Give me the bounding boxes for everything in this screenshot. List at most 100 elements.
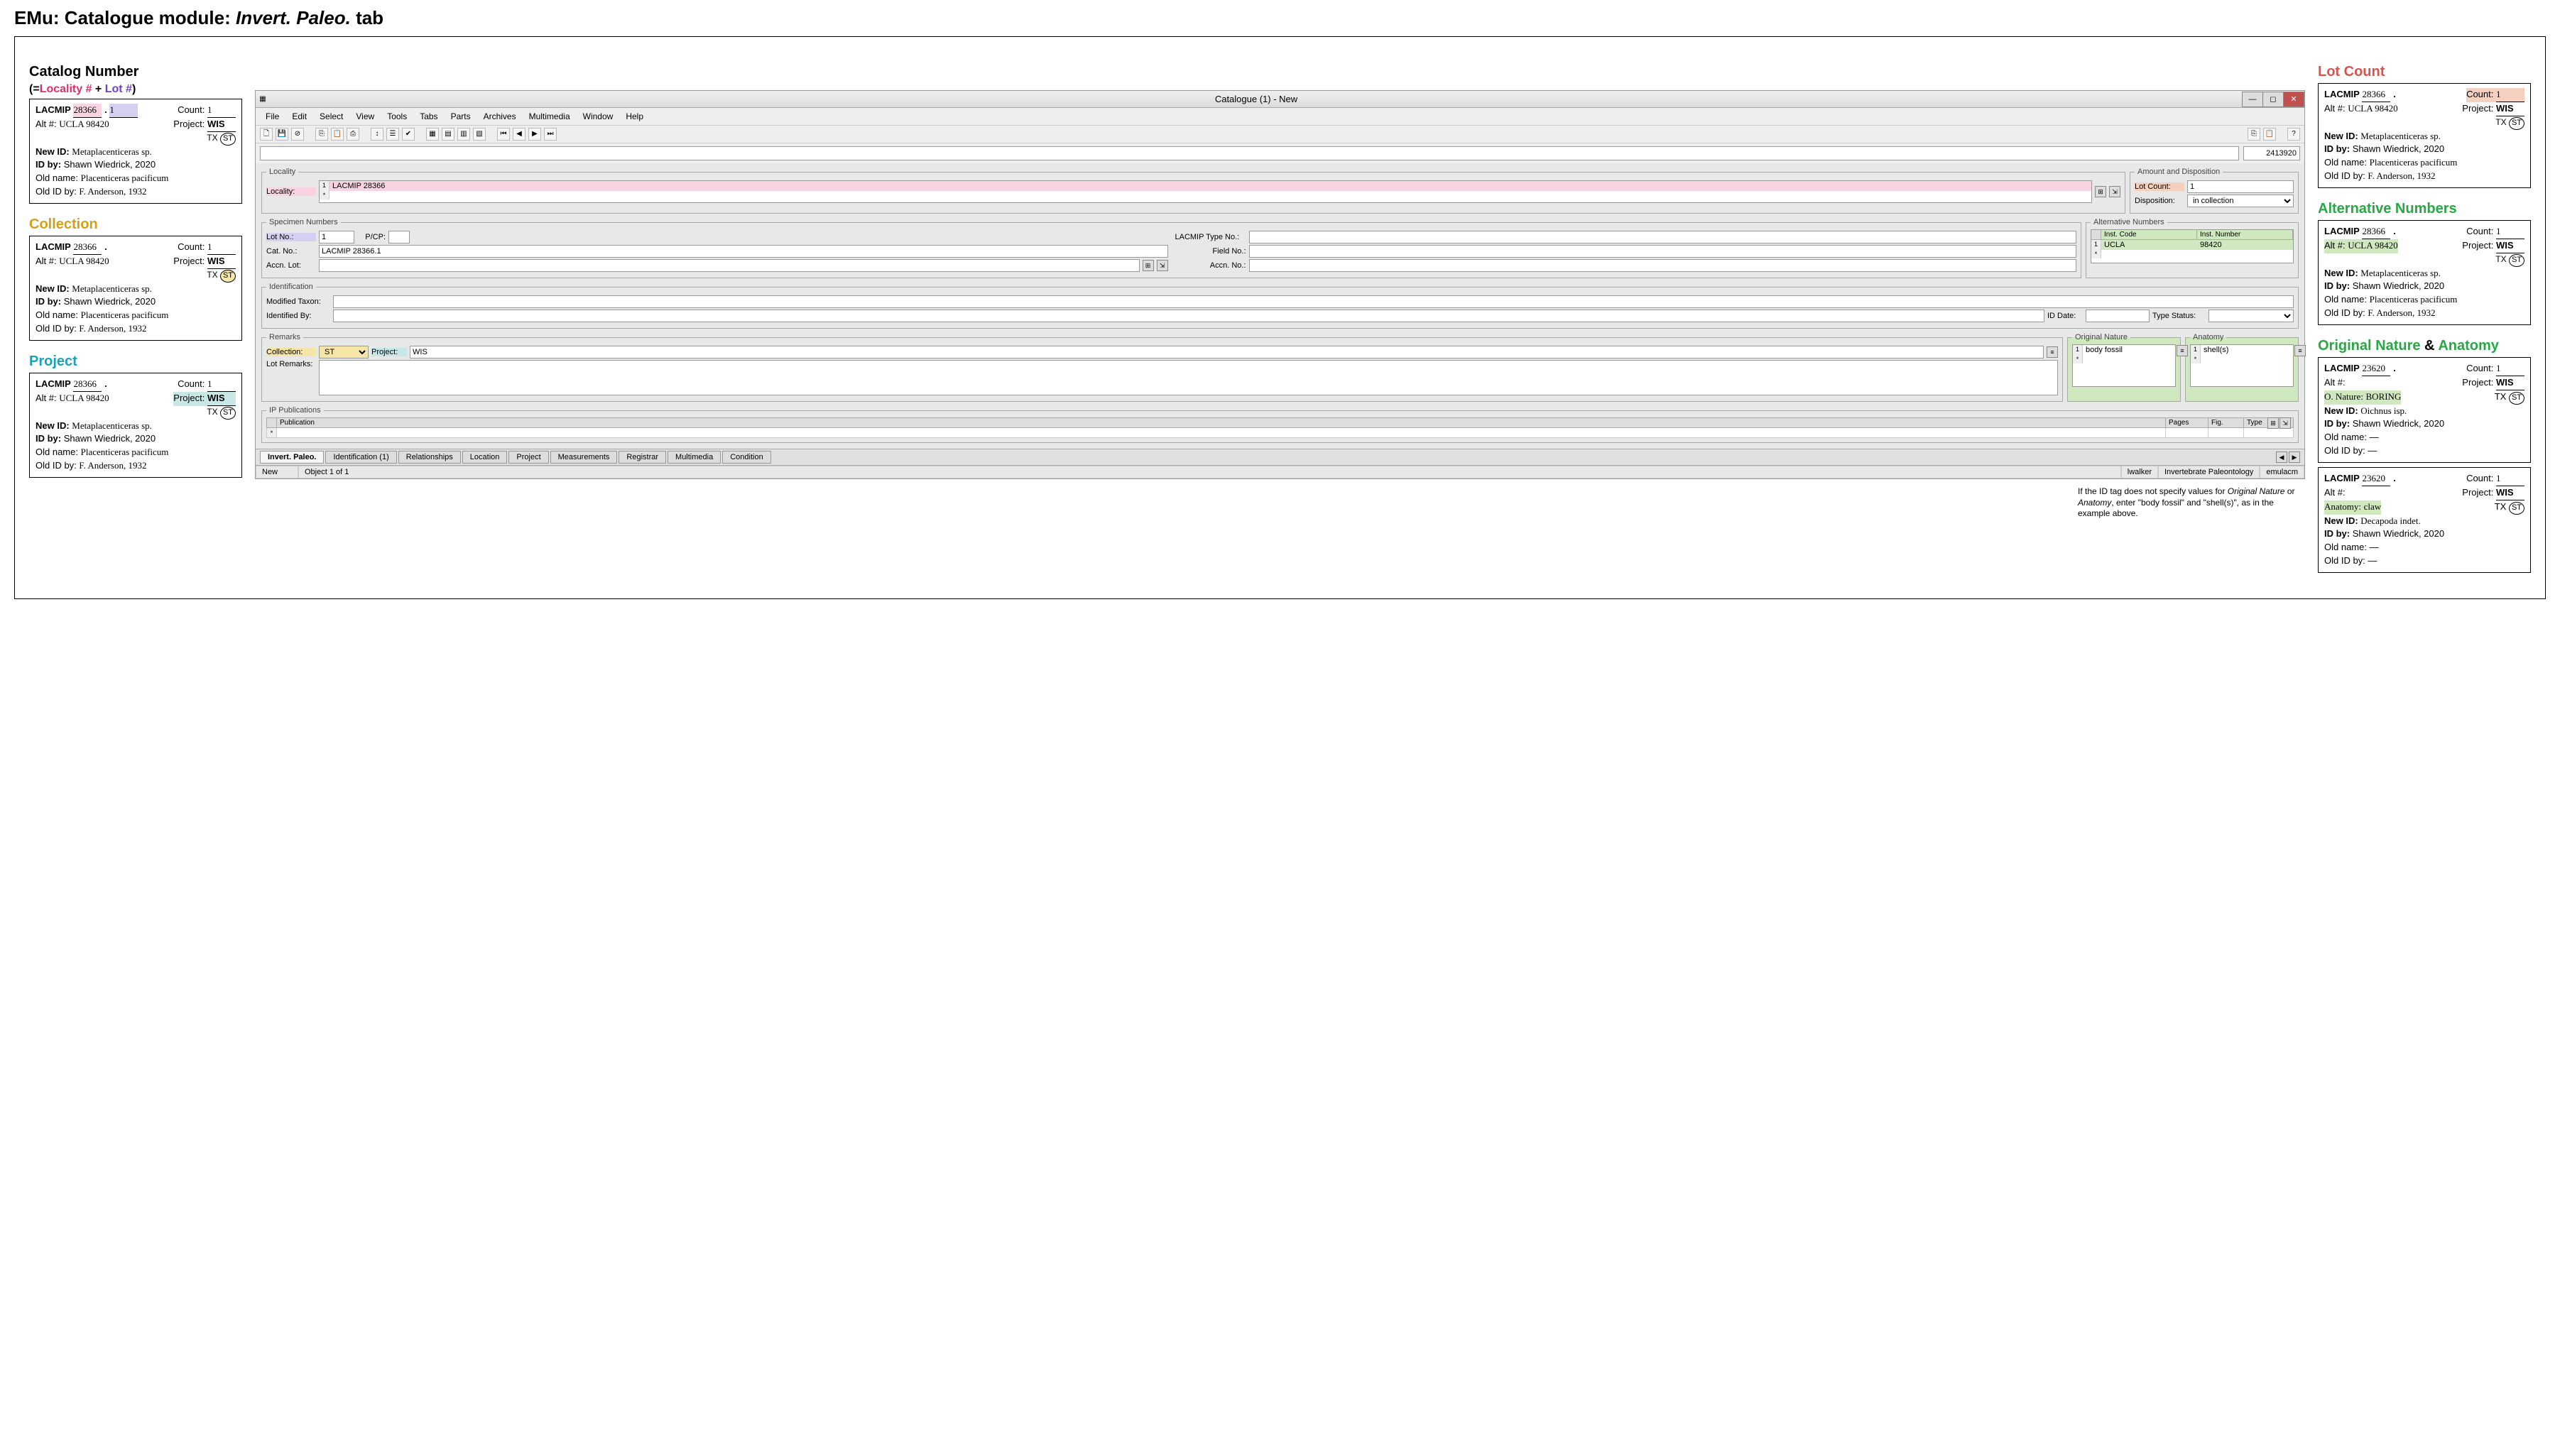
accnlot-lookup-icon[interactable]: ⊞ — [1143, 260, 1154, 271]
label-catno: Cat. No.: — [266, 247, 316, 256]
input-iddate[interactable] — [2086, 310, 2150, 322]
tb-copy2-icon[interactable]: ⎘ — [2248, 128, 2260, 141]
tb-save-icon[interactable]: 💾 — [276, 128, 288, 141]
tab-identification[interactable]: Identification (1) — [325, 451, 396, 464]
st-badge-icon: ST — [2509, 117, 2524, 130]
menu-multimedia[interactable]: Multimedia — [523, 110, 576, 123]
toolbar: 🗋 💾 ⊘ ⎘ 📋 ⎙ ↕ ☰ ✔ ▦ ▤ ▥ ▧ ⏮ ◀ ▶ ⏭ ⎘ 📋 ? — [256, 126, 2304, 143]
menu-archives[interactable]: Archives — [478, 110, 522, 123]
accnlot-attach-icon[interactable]: ⇲ — [1157, 260, 1168, 271]
input-project[interactable] — [410, 346, 2044, 358]
pub-lookup-icon[interactable]: ⊞ — [2267, 417, 2279, 429]
legend-altnum: Alternative Numbers — [2091, 218, 2167, 226]
input-catno[interactable] — [319, 245, 1168, 258]
st-badge-icon: ST — [2509, 502, 2524, 515]
tab-location[interactable]: Location — [462, 451, 508, 464]
tab-project[interactable]: Project — [508, 451, 548, 464]
textarea-lotremarks[interactable] — [319, 360, 2058, 395]
tb-view1-icon[interactable]: ▦ — [426, 128, 439, 141]
emu-window: ▦ Catalogue (1) - New — ◻ ✕ File Edit Se… — [255, 90, 2305, 479]
st-badge-icon: ST — [220, 270, 236, 283]
anatomy-expand-icon[interactable]: ≡ — [2294, 345, 2306, 356]
tb-new-icon[interactable]: 🗋 — [260, 128, 273, 141]
tb-view3-icon[interactable]: ▥ — [457, 128, 470, 141]
tb-paste2-icon[interactable]: 📋 — [2263, 128, 2276, 141]
fieldset-locality: Locality Locality: 1LACMIP 28366 * ⊞ ⇲ — [261, 168, 2125, 214]
legend-publications: IP Publications — [266, 406, 324, 415]
tb-cancel-icon[interactable]: ⊘ — [291, 128, 304, 141]
select-typestatus[interactable] — [2208, 310, 2294, 322]
nature-value[interactable]: body fossil — [2083, 345, 2175, 355]
tb-paste-icon[interactable]: 📋 — [331, 128, 344, 141]
fieldset-nature: Original Nature 1body fossil * ≡ — [2067, 333, 2181, 402]
tab-scroll-left-icon[interactable]: ◀ — [2276, 451, 2287, 463]
tb-view4-icon[interactable]: ▧ — [473, 128, 486, 141]
maximize-button[interactable]: ◻ — [2262, 92, 2284, 107]
input-accnno[interactable] — [1249, 259, 2077, 272]
label-lotno: Lot No.: — [266, 233, 316, 241]
card-project: LACMIP 28366 . Count: 1 Alt #: UCLA 9842… — [29, 373, 242, 478]
tb-copy-icon[interactable]: ⎘ — [315, 128, 328, 141]
input-fieldno[interactable] — [1249, 245, 2077, 258]
st-badge-icon: ST — [220, 407, 236, 420]
tb-first-icon[interactable]: ⏮ — [497, 128, 510, 141]
pub-attach-icon[interactable]: ⇲ — [2280, 417, 2291, 429]
heading-nature-anatomy: Original Nature & Anatomy — [2318, 338, 2531, 354]
nature-expand-icon[interactable]: ≡ — [2177, 345, 2188, 356]
minimize-button[interactable]: — — [2242, 92, 2263, 107]
input-accnlot[interactable] — [319, 259, 1140, 272]
input-lotno[interactable] — [319, 231, 354, 243]
altnum-number[interactable]: 98420 — [2197, 240, 2293, 250]
summary-input[interactable] — [260, 146, 2239, 160]
tb-spell-icon[interactable]: ✔ — [402, 128, 415, 141]
input-identifiedby[interactable] — [333, 310, 2044, 322]
close-button[interactable]: ✕ — [2283, 92, 2304, 107]
menu-parts[interactable]: Parts — [445, 110, 476, 123]
app-icon: ▦ — [256, 95, 270, 103]
fieldset-amount: Amount and Disposition Lot Count: Dispos… — [2130, 168, 2299, 214]
label-accnlot: Accn. Lot: — [266, 261, 316, 270]
menu-window[interactable]: Window — [577, 110, 619, 123]
locality-attach-icon[interactable]: ⇲ — [2109, 186, 2120, 197]
tab-condition[interactable]: Condition — [722, 451, 770, 464]
tab-multimedia[interactable]: Multimedia — [668, 451, 721, 464]
input-modtaxon[interactable] — [333, 295, 2294, 308]
locality-lookup-icon[interactable]: ⊞ — [2095, 186, 2106, 197]
label-lotremarks: Lot Remarks: — [266, 360, 316, 368]
altnum-code[interactable]: UCLA — [2101, 240, 2197, 250]
tb-view2-icon[interactable]: ▤ — [442, 128, 454, 141]
input-typeno[interactable] — [1249, 231, 2077, 243]
anatomy-value[interactable]: shell(s) — [2201, 345, 2293, 355]
input-lotcount[interactable] — [2187, 180, 2294, 193]
tb-report-icon[interactable]: ☰ — [386, 128, 399, 141]
window-title: Catalogue (1) - New — [270, 94, 2243, 104]
tab-registrar[interactable]: Registrar — [619, 451, 666, 464]
tb-next-icon[interactable]: ▶ — [528, 128, 541, 141]
menu-tools[interactable]: Tools — [381, 110, 413, 123]
input-pcp[interactable] — [388, 231, 410, 243]
card-nature: LACMIP 23620 . Count: 1 Alt #: Project: … — [2318, 357, 2531, 463]
irn-input[interactable] — [2243, 146, 2300, 160]
menu-view[interactable]: View — [350, 110, 380, 123]
pub-row[interactable] — [277, 428, 2166, 438]
select-disposition[interactable]: in collection — [2187, 195, 2294, 207]
menu-tabs[interactable]: Tabs — [414, 110, 443, 123]
tb-sort-icon[interactable]: ↕ — [371, 128, 383, 141]
tb-last-icon[interactable]: ⏭ — [544, 128, 557, 141]
tab-measurements[interactable]: Measurements — [550, 451, 618, 464]
tb-prev-icon[interactable]: ◀ — [513, 128, 525, 141]
tb-attach-icon[interactable]: ⎙ — [347, 128, 359, 141]
label-modtaxon: Modified Taxon: — [266, 297, 330, 306]
tab-relationships[interactable]: Relationships — [398, 451, 461, 464]
select-collection[interactable]: ST — [319, 346, 369, 358]
tb-help-icon[interactable]: ? — [2287, 128, 2300, 141]
menu-select[interactable]: Select — [314, 110, 349, 123]
menu-help[interactable]: Help — [620, 110, 649, 123]
tab-scroll-right-icon[interactable]: ▶ — [2289, 451, 2300, 463]
menu-file[interactable]: File — [260, 110, 285, 123]
menu-edit[interactable]: Edit — [286, 110, 312, 123]
locality-value[interactable]: LACMIP 28366 — [329, 181, 2091, 191]
heading-catalog-number: Catalog Number — [29, 64, 242, 80]
tab-invert-paleo[interactable]: Invert. Paleo. — [260, 451, 324, 464]
project-expand-icon[interactable]: ≡ — [2047, 346, 2058, 358]
